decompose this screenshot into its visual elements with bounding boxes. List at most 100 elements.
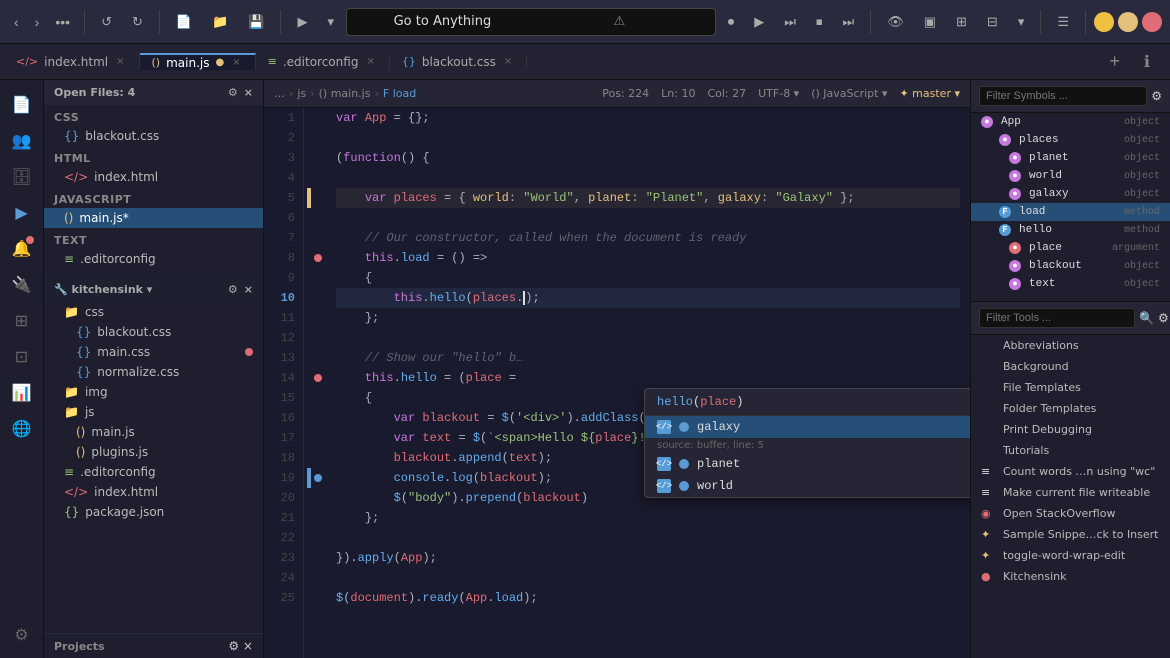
symbols-gear[interactable]: ⚙: [1151, 89, 1162, 103]
database-side-icon[interactable]: 🗄: [6, 160, 38, 192]
tool-make-writeable[interactable]: ≡ Make current file writeable: [971, 482, 1170, 503]
project-close[interactable]: ×: [244, 283, 253, 296]
open-files-gear[interactable]: ⚙: [228, 86, 238, 99]
tab-close-cfg[interactable]: ×: [364, 54, 376, 69]
branch[interactable]: ✦ master ▾: [899, 87, 960, 100]
symbols-filter[interactable]: [979, 86, 1147, 106]
tree-folder-img[interactable]: 📁 img: [44, 382, 263, 402]
goto-bar[interactable]: Go to Anything ⚠: [346, 8, 716, 36]
new-file-side-icon[interactable]: 📄: [6, 88, 38, 120]
tool-background[interactable]: Background: [971, 356, 1170, 377]
maximize-button[interactable]: [1118, 12, 1138, 32]
layout3-button[interactable]: ⊟: [979, 10, 1006, 34]
tab-editorconfig[interactable]: ≡ .editorconfig ×: [256, 54, 390, 69]
sym-load[interactable]: F load method: [971, 203, 1170, 221]
tool-tutorials[interactable]: Tutorials: [971, 440, 1170, 461]
close-button[interactable]: [1142, 12, 1162, 32]
tools-filter[interactable]: [979, 308, 1135, 328]
chart-side-icon[interactable]: 📊: [6, 376, 38, 408]
record-button[interactable]: ⏺: [720, 10, 743, 34]
ac-item-planet[interactable]: </> planet object: [645, 453, 970, 475]
step-button[interactable]: ⏭: [776, 10, 804, 34]
tree-item-packagejson[interactable]: {} package.json: [44, 502, 263, 522]
world-side-icon[interactable]: 🌐: [6, 412, 38, 444]
sym-place[interactable]: ● place argument: [971, 239, 1170, 257]
breadcrumb-load[interactable]: F load: [383, 87, 416, 100]
tool-folder-templates[interactable]: Folder Templates: [971, 398, 1170, 419]
tree-item-mainjs[interactable]: () main.js: [44, 422, 263, 442]
sym-places[interactable]: ● places object: [971, 131, 1170, 149]
undo-button[interactable]: ↺: [93, 10, 120, 34]
tree-item-blackout[interactable]: {} blackout.css: [44, 322, 263, 342]
tab-close-index[interactable]: ×: [114, 54, 126, 69]
tab-info-button[interactable]: ℹ: [1136, 48, 1158, 76]
tree-folder-css[interactable]: 📁 css: [44, 302, 263, 322]
projects-gear[interactable]: ⚙ ×: [228, 639, 253, 653]
tool-abbreviations[interactable]: Abbreviations: [971, 335, 1170, 356]
tree-folder-js[interactable]: 📁 js: [44, 402, 263, 422]
tools-search-icon[interactable]: 🔍: [1139, 311, 1154, 325]
menu-button[interactable]: ☰: [1049, 10, 1077, 34]
run-side-icon[interactable]: ▶: [6, 196, 38, 228]
forward-button[interactable]: ›: [29, 10, 46, 34]
tree-item-normalize[interactable]: {} normalize.css: [44, 362, 263, 382]
tab-main-js[interactable]: () main.js ● ×: [140, 53, 256, 70]
tab-close-css[interactable]: ×: [502, 54, 514, 69]
tool-kitchensink[interactable]: ● Kitchensink: [971, 566, 1170, 587]
tree-item-plugins[interactable]: () plugins.js: [44, 442, 263, 462]
tree-item-blackout-open[interactable]: {} blackout.css: [44, 126, 263, 146]
tool-sample-snippet[interactable]: ✦ Sample Snippe…ck to Insert: [971, 524, 1170, 545]
syntax[interactable]: () JavaScript ▾: [811, 87, 887, 100]
sym-galaxy[interactable]: ● galaxy object: [971, 185, 1170, 203]
breadcrumb-mainjs[interactable]: () main.js: [319, 87, 371, 100]
play2-button[interactable]: ▶: [746, 10, 772, 34]
tree-item-indexhtml-open[interactable]: </> index.html: [44, 167, 263, 187]
tree-item-indexhtml-proj[interactable]: </> index.html: [44, 482, 263, 502]
tool-count-words[interactable]: ≡ Count words …n using "wc": [971, 461, 1170, 482]
settings-side-icon[interactable]: ⚙: [6, 618, 38, 650]
sym-text[interactable]: ● text object: [971, 275, 1170, 293]
team-side-icon[interactable]: 👥: [6, 124, 38, 156]
save-button[interactable]: 💾: [240, 10, 272, 34]
tool-toggle-wrap[interactable]: ✦ toggle-word-wrap-edit: [971, 545, 1170, 566]
tree-item-main-css[interactable]: {} main.css: [44, 342, 263, 362]
nav-dots-button[interactable]: •••: [49, 10, 76, 34]
preview-button[interactable]: 👁: [879, 10, 912, 34]
terminal-side-icon[interactable]: ⊡: [6, 340, 38, 372]
encoding[interactable]: UTF-8 ▾: [758, 87, 799, 100]
layout2-button[interactable]: ⊞: [948, 10, 975, 34]
plugin-side-icon[interactable]: 🔌: [6, 268, 38, 300]
open-files-close[interactable]: ×: [244, 86, 253, 99]
notification-side-icon[interactable]: 🔔: [6, 232, 38, 264]
tab-close-main[interactable]: ×: [230, 55, 242, 70]
tool-print-debugging[interactable]: Print Debugging: [971, 419, 1170, 440]
tools-gear[interactable]: ⚙: [1158, 311, 1169, 325]
minimize-button[interactable]: [1094, 12, 1114, 32]
sym-blackout[interactable]: ● blackout object: [971, 257, 1170, 275]
tree-item-mainjs-open[interactable]: () main.js*: [44, 208, 263, 228]
new-file-toolbar-button[interactable]: 📄: [168, 10, 200, 34]
back-button[interactable]: ‹: [8, 10, 25, 34]
ac-item-world[interactable]: </> world object: [645, 475, 970, 497]
project-gear[interactable]: ⚙: [228, 283, 238, 296]
breadcrumb-dots[interactable]: …: [274, 87, 285, 100]
redo-button[interactable]: ↻: [124, 10, 151, 34]
stop-button[interactable]: ⏹: [808, 10, 831, 34]
run-button[interactable]: ▶: [289, 10, 315, 34]
tab-index-html[interactable]: </> index.html ×: [4, 54, 140, 69]
breadcrumb-js[interactable]: js: [297, 87, 306, 100]
sym-hello[interactable]: F hello method: [971, 221, 1170, 239]
open-folder-button[interactable]: 📁: [204, 10, 236, 34]
layout1-button[interactable]: ▣: [916, 10, 944, 34]
sym-planet[interactable]: ● planet object: [971, 149, 1170, 167]
sym-world[interactable]: ● world object: [971, 167, 1170, 185]
sym-App[interactable]: ● App object: [971, 113, 1170, 131]
code-editor[interactable]: var App = {}; (function() { var places =…: [326, 108, 970, 658]
skip-button[interactable]: ⏭: [834, 10, 862, 34]
ac-item-galaxy[interactable]: </> galaxy object: [645, 416, 970, 438]
dropdown-button[interactable]: ▾: [319, 10, 342, 34]
tool-stackoverflow[interactable]: ◉ Open StackOverflow: [971, 503, 1170, 524]
layout-dropdown[interactable]: ▾: [1010, 10, 1033, 34]
tool-file-templates[interactable]: File Templates: [971, 377, 1170, 398]
tab-new-button[interactable]: +: [1101, 47, 1128, 76]
